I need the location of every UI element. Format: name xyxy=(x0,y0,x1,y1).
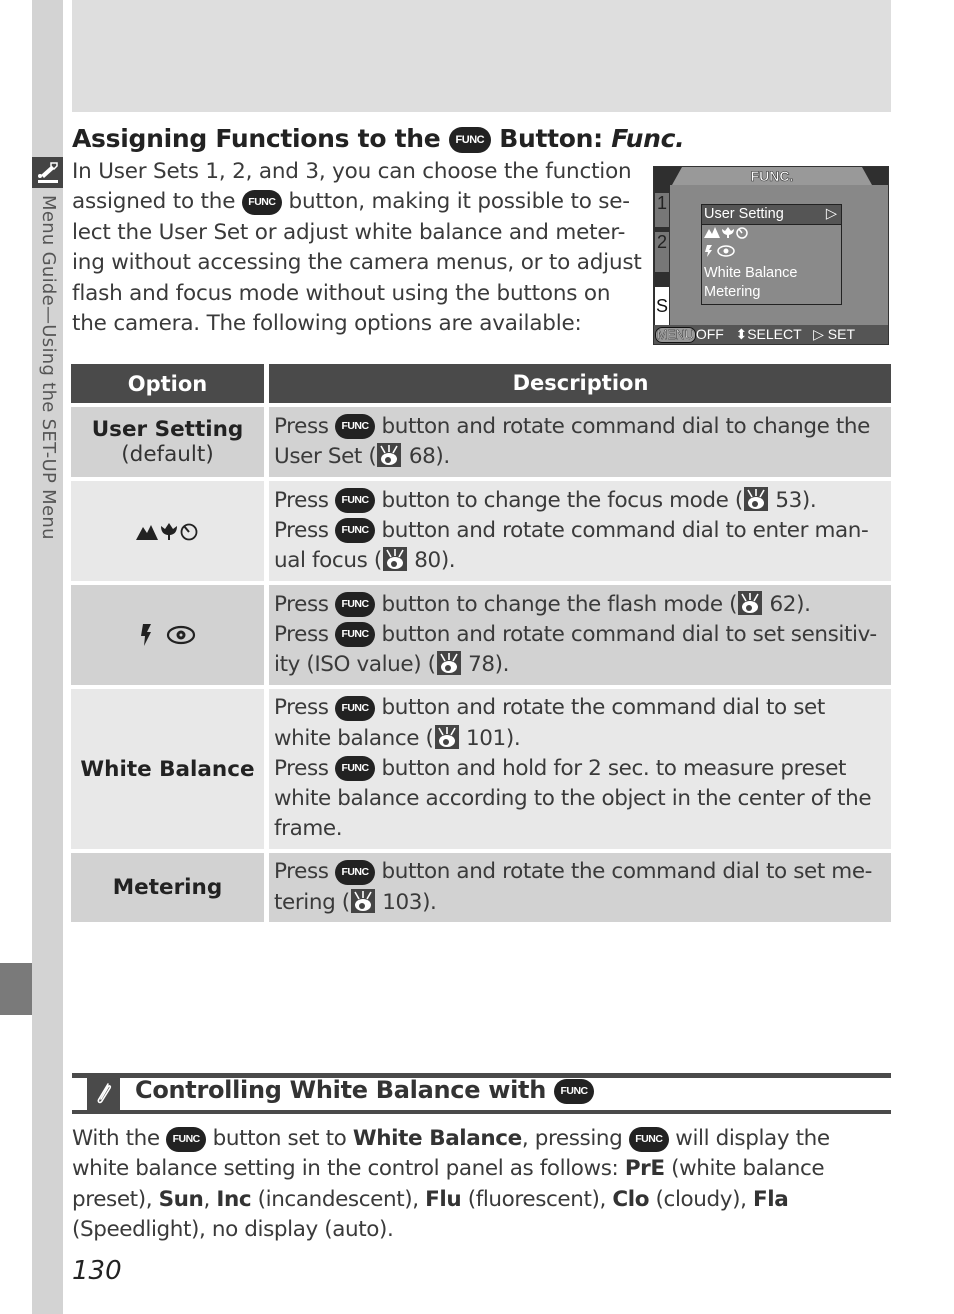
func-button-icon: FUNC xyxy=(335,592,376,618)
right-arrow-icon: ▷ xyxy=(825,206,837,222)
page-reference-icon xyxy=(382,547,407,572)
page-reference-icon xyxy=(743,486,768,511)
option-cell xyxy=(71,585,264,685)
func-button-icon: FUNC xyxy=(241,189,282,215)
description-cell: Press FUNC button and rotate the command… xyxy=(269,689,891,849)
menu-key-icon: MENU xyxy=(655,327,696,343)
description-cell: Press FUNC button and rotate the command… xyxy=(269,853,891,922)
camera-screen-illustration: FUNC. 1 2 S User Setting ▷ White Balance… xyxy=(653,166,889,345)
page-reference-icon xyxy=(377,443,402,467)
option-cell: White Balance xyxy=(71,689,264,849)
camera-func-menu: User Setting ▷ White Balance Metering xyxy=(701,204,842,305)
column-header-description: Description xyxy=(269,364,891,403)
right-arrow-icon: ▷ xyxy=(813,326,824,342)
up-down-arrow-icon: ⬍ xyxy=(735,326,748,342)
table-row: Press FUNC button to change the flash mo… xyxy=(71,585,891,685)
func-button-icon: FUNC xyxy=(166,1126,207,1152)
option-cell xyxy=(71,481,264,581)
paperclip-icon xyxy=(97,1083,111,1104)
chapter-marker xyxy=(0,963,32,1015)
table-header: Option Description xyxy=(71,364,891,403)
camera-menu-title: FUNC. xyxy=(672,167,872,185)
note-body: With the FUNC button set to White Balanc… xyxy=(72,1126,830,1243)
func-button-icon: FUNC xyxy=(335,695,376,721)
func-button-icon: FUNC xyxy=(335,518,376,544)
note-title: Controlling White Balance with FUNC xyxy=(135,1076,595,1104)
column-header-option: Option xyxy=(71,364,264,403)
focus-mode-icons xyxy=(704,226,748,239)
camera-footer-hints: MENU OFF ⬍SELECT ▷ SET xyxy=(654,325,888,344)
description-cell: Press FUNC button to change the focus mo… xyxy=(269,481,891,581)
intro-paragraph: In User Sets 1, 2, and 3, you can choose… xyxy=(72,159,642,337)
camera-tab-1: 1 xyxy=(655,193,669,227)
note-icon-box xyxy=(87,1078,120,1110)
func-button-icon: FUNC xyxy=(335,414,376,440)
flash-iso-icons xyxy=(705,245,735,257)
section-heading: Assigning Functions to the FUNC Button: … xyxy=(72,124,685,153)
camera-menu-item-user-setting: User Setting ▷ xyxy=(702,205,841,225)
focus-macro-selftimer-icon xyxy=(135,523,197,541)
page-reference-icon xyxy=(436,651,461,676)
func-button-icon: FUNC xyxy=(335,859,376,885)
description-cell: Press FUNC button and rotate command dia… xyxy=(269,407,891,477)
table-row: Metering Press FUNC button and rotate th… xyxy=(71,853,891,922)
setup-menu-icon xyxy=(32,157,63,188)
page-reference-icon xyxy=(738,590,763,615)
note-bottom-rule xyxy=(72,1110,891,1114)
flash-sensitivity-icon xyxy=(140,624,195,646)
side-tab-label: Menu Guide—Using the SET-UP Menu xyxy=(38,195,59,540)
func-button-icon: FUNC xyxy=(448,127,491,153)
top-placeholder-box xyxy=(72,0,891,112)
func-button-icon: FUNC xyxy=(335,756,376,782)
camera-tab-2: 2 xyxy=(655,232,669,272)
description-cell: Press FUNC button to change the flash mo… xyxy=(269,585,891,685)
camera-menu-item-white-balance: White Balance xyxy=(704,264,798,281)
table-row: User Setting (default) Press FUNC button… xyxy=(71,407,891,477)
camera-menu-item-flash-iso xyxy=(702,244,841,264)
option-cell: User Setting (default) xyxy=(71,407,264,477)
func-button-icon: FUNC xyxy=(554,1078,595,1104)
page-reference-icon xyxy=(434,724,459,749)
wrench-screwdriver-icon xyxy=(37,161,58,183)
camera-menu-item-focus-modes xyxy=(702,225,841,245)
page-number: 130 xyxy=(72,1256,122,1286)
camera-menu-item-metering: Metering xyxy=(704,284,761,300)
camera-tab-s: S xyxy=(655,287,669,325)
func-button-icon: FUNC xyxy=(628,1126,669,1152)
func-button-icon: FUNC xyxy=(335,488,376,514)
option-cell: Metering xyxy=(71,853,264,922)
page-reference-icon xyxy=(350,888,375,913)
table-row: Press FUNC button to change the focus mo… xyxy=(71,481,891,581)
table-row: White Balance Press FUNC button and rota… xyxy=(71,689,891,849)
func-button-icon: FUNC xyxy=(335,622,376,648)
